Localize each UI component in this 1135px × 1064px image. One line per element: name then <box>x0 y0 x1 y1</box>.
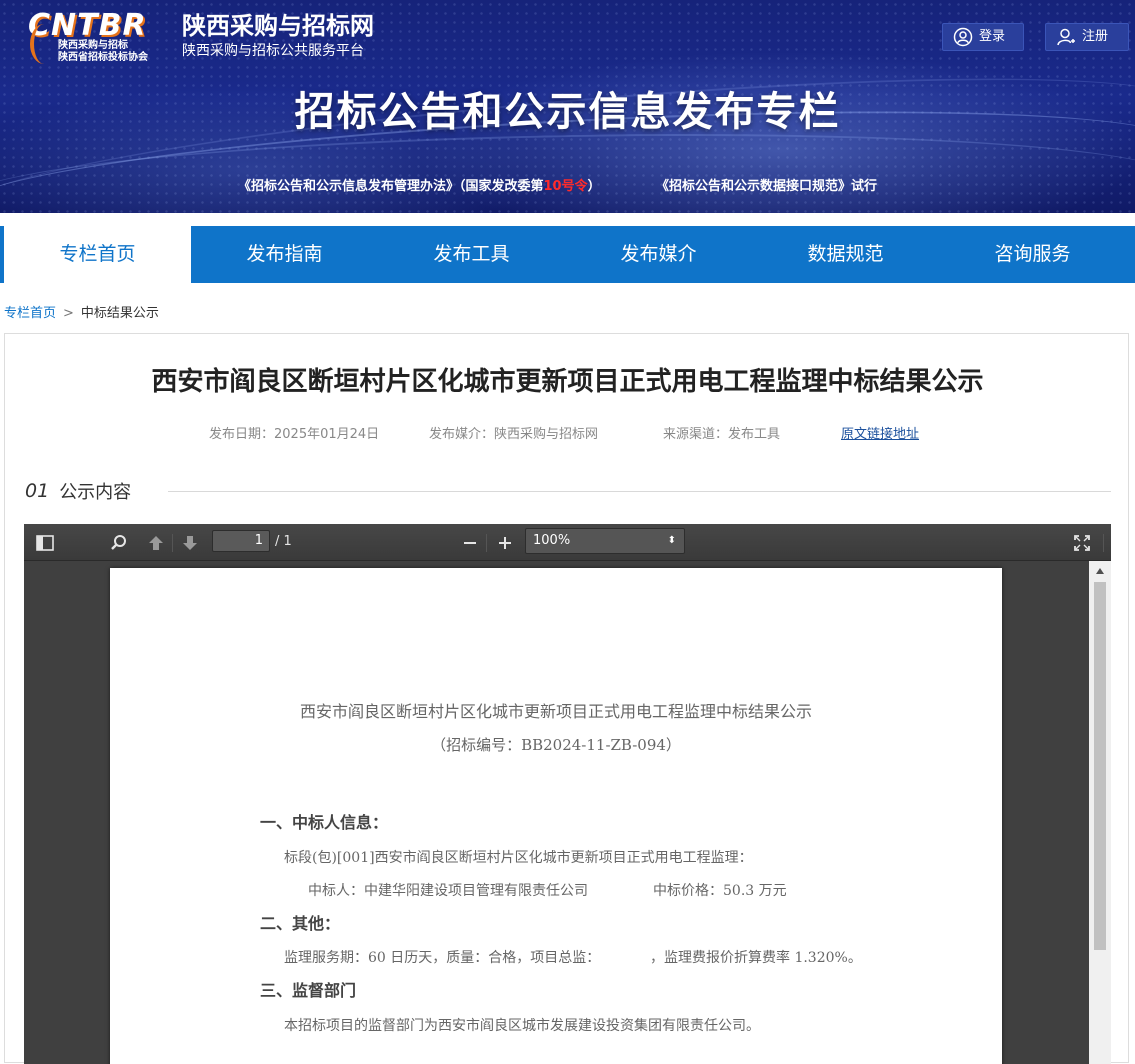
banner-note-spec[interactable]: 《招标公告和公示数据接口规范》试行 <box>656 178 877 196</box>
pdf-heading-supervision: 三、监督部门 <box>260 981 357 1000</box>
nav-item-consulting[interactable]: 咨询服务 <box>939 226 1126 283</box>
zoom-in-button[interactable] <box>494 532 516 554</box>
previous-page-button[interactable] <box>145 532 167 554</box>
breadcrumb: 专栏首页 > 中标结果公示 <box>4 305 159 323</box>
arrow-up-icon <box>149 536 163 550</box>
pdf-winning-price: 中标价格：50.3 万元 <box>653 883 787 899</box>
sidebar-toggle-icon <box>36 535 54 551</box>
section-header: 01 公示内容 <box>25 479 1111 503</box>
pdf-winner-name: 中标人：中建华阳建设项目管理有限责任公司 <box>308 883 588 899</box>
banner-title: 招标公告和公示信息发布专栏 <box>294 89 841 135</box>
breadcrumb-separator: > <box>63 306 74 321</box>
banner-note-text: 《招标公告和公示信息发布管理办法》（国家发改委第 <box>238 179 544 194</box>
logo-subtext: 陕西采购与招标 <box>58 40 128 51</box>
pdf-paragraph: 本招标项目的监督部门为西安市阎良区城市发展建设投资集团有限责任公司。 <box>284 1018 760 1034</box>
nav-item-home[interactable]: 专栏首页 <box>0 226 191 283</box>
banner-note-regulation[interactable]: 《招标公告和公示信息发布管理办法》（国家发改委第10号令） <box>238 178 601 196</box>
zoom-select[interactable]: 100% ⬍ <box>525 528 685 554</box>
page-number-input[interactable]: 1 <box>212 530 270 552</box>
register-label: 注册 <box>1082 29 1109 44</box>
pdf-heading-winner: 一、中标人信息： <box>260 813 389 832</box>
original-link[interactable]: 原文链接地址 <box>841 426 919 444</box>
scroll-up-button[interactable] <box>1089 561 1111 581</box>
header-banner: CNTBR 陕西采购与招标 陕西省招标投标协会 陕西采购与招标网 陕西采购与招标… <box>0 0 1135 213</box>
toolbar-separator <box>172 534 173 552</box>
breadcrumb-current: 中标结果公示 <box>80 306 159 321</box>
banner-note-highlight: 10号令 <box>543 179 588 194</box>
pdf-toolbar: 1 / 1 100% ⬍ <box>24 524 1111 561</box>
plus-icon <box>499 537 511 549</box>
next-page-button[interactable] <box>179 532 201 554</box>
pdf-heading-other: 二、其他： <box>260 914 341 933</box>
fullscreen-icon <box>1074 535 1090 551</box>
site-name[interactable]: 陕西采购与招标网 <box>182 12 374 40</box>
login-button[interactable]: 登录 <box>942 23 1024 51</box>
triangle-up-icon <box>1096 568 1104 574</box>
arrow-down-icon <box>183 536 197 550</box>
login-label: 登录 <box>979 29 1006 44</box>
site-subtitle: 陕西采购与招标公共服务平台 <box>182 43 364 59</box>
article-title: 西安市阎良区断垣村片区化城市更新项目正式用电工程监理中标结果公示 <box>151 367 984 397</box>
pdf-tender-code: （招标编号：BB2024-11-ZB-094） <box>431 736 681 754</box>
pdf-viewer: 1 / 1 100% ⬍ 西安市阎良区断垣村片区化城市更新项目正式用电工程监理中… <box>24 524 1111 1064</box>
section-number: 01 <box>25 480 50 502</box>
sidebar-toggle-button[interactable] <box>34 532 56 554</box>
publish-date: 发布日期：2025年01月24日 <box>209 427 380 442</box>
section-divider <box>168 491 1111 492</box>
publish-media: 发布媒介：陕西采购与招标网 <box>429 427 599 442</box>
pdf-page: 西安市阎良区断垣村片区化城市更新项目正式用电工程监理中标结果公示 （招标编号：B… <box>110 568 1002 1064</box>
pdf-canvas-area[interactable]: 西安市阎良区断垣村片区化城市更新项目正式用电工程监理中标结果公示 （招标编号：B… <box>24 561 1089 1064</box>
search-icon <box>111 535 126 550</box>
toolbar-separator <box>1103 534 1104 552</box>
user-add-icon <box>1057 28 1075 46</box>
nav-item-data-spec[interactable]: 数据规范 <box>752 226 939 283</box>
select-arrow-icon: ⬍ <box>667 535 676 546</box>
toolbar-separator <box>486 534 487 552</box>
nav-item-media[interactable]: 发布媒介 <box>565 226 752 283</box>
source-channel: 来源渠道：发布工具 <box>663 427 781 442</box>
fullscreen-button[interactable] <box>1071 532 1093 554</box>
pdf-paragraph: 监理服务期：60 日历天，质量：合格，项目总监： <box>284 950 601 966</box>
page-total: / 1 <box>275 534 292 549</box>
logo-subtext: 陕西省招标投标协会 <box>58 52 148 63</box>
pdf-paragraph: ，监理费报价折算费率 1.320%。 <box>650 950 862 966</box>
find-button[interactable] <box>108 532 130 554</box>
register-button[interactable]: 注册 <box>1045 23 1129 51</box>
zoom-out-button[interactable] <box>459 532 481 554</box>
pdf-scrollbar[interactable] <box>1089 561 1111 1064</box>
main-nav: 专栏首页 发布指南 发布工具 发布媒介 数据规范 咨询服务 <box>0 226 1135 283</box>
nav-item-tools[interactable]: 发布工具 <box>378 226 565 283</box>
nav-item-guide[interactable]: 发布指南 <box>191 226 378 283</box>
site-logo[interactable]: CNTBR 陕西采购与招标 陕西省招标投标协会 <box>28 10 176 66</box>
article-container: 西安市阎良区断垣村片区化城市更新项目正式用电工程监理中标结果公示 发布日期：20… <box>4 333 1129 1064</box>
zoom-value: 100% <box>533 533 571 548</box>
breadcrumb-home-link[interactable]: 专栏首页 <box>4 305 56 323</box>
user-circle-icon <box>953 27 973 47</box>
pdf-paragraph: 标段(包)[001]西安市阎良区断垣村片区化城市更新项目正式用电工程监理： <box>284 850 753 866</box>
banner-note-text: ） <box>587 179 601 194</box>
pdf-title: 西安市阎良区断垣村片区化城市更新项目正式用电工程监理中标结果公示 <box>299 702 812 721</box>
scrollbar-thumb[interactable] <box>1094 582 1106 950</box>
section-label: 公示内容 <box>59 482 132 503</box>
logo-swoosh-icon <box>30 24 58 64</box>
minus-icon <box>464 542 476 544</box>
